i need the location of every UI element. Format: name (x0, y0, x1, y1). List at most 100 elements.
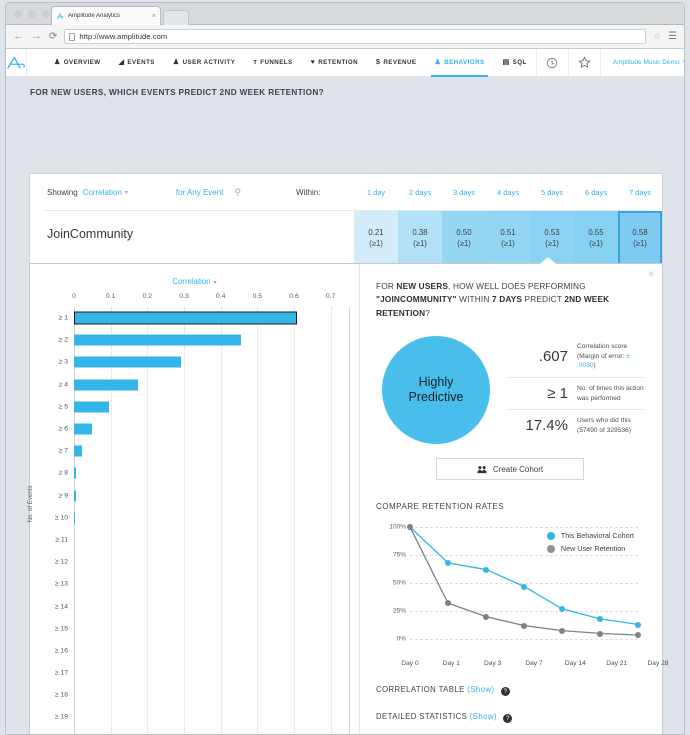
retention-data-point[interactable] (597, 616, 603, 622)
bar-chart-row[interactable]: ≥ 20 (74, 729, 349, 735)
bar-chart-bar[interactable] (74, 335, 241, 346)
correlation-cell[interactable]: 0.51 (≥1) (486, 211, 530, 265)
stat-correlation-score: .607 Correlation score (Margin of error:… (506, 336, 644, 377)
bar-chart-row[interactable]: ≥ 3 (74, 351, 349, 373)
cell-value: 0.58 (632, 228, 647, 237)
retention-data-point[interactable] (521, 584, 527, 590)
correlation-cell[interactable]: 0.50 (≥1) (442, 211, 486, 265)
correlation-cell-selected[interactable]: 0.58 (≥1) (618, 211, 662, 265)
forward-icon[interactable]: → (31, 31, 42, 42)
reload-icon[interactable]: ⟳ (49, 32, 57, 42)
day-header[interactable]: 5 days (530, 174, 574, 210)
stat-desc-pre: (Margin of error: (577, 353, 626, 360)
account-dropdown[interactable]: Amplitude Music Demo ˅ (600, 49, 685, 76)
bar-chart-bar[interactable] (74, 312, 297, 325)
window-maximize-dot[interactable] (42, 10, 50, 18)
bar-chart-row[interactable]: ≥ 6 (74, 418, 349, 440)
help-icon[interactable]: ? (503, 714, 512, 723)
new-tab-button[interactable] (163, 10, 189, 25)
create-cohort-button[interactable]: Create Cohort (436, 458, 584, 480)
correlation-cell[interactable]: 0.55 (≥1) (574, 211, 618, 265)
bar-chart-category-label: ≥ 4 (34, 381, 68, 388)
nav-item-funnels[interactable]: ᴛ FUNNELS (244, 49, 301, 76)
correlation-table-show-link[interactable]: (Show) (467, 685, 494, 694)
stat-desc-line2: (57490 of 329536) (577, 426, 631, 436)
bar-chart-row[interactable]: ≥ 2 (74, 329, 349, 351)
nav-item-retention[interactable]: ♥ RETENTION (302, 49, 367, 76)
correlation-cell[interactable]: 0.38 (≥1) (398, 211, 442, 265)
bar-chart-row[interactable]: ≥ 17 (74, 662, 349, 684)
chevron-down-icon[interactable]: ▾ (214, 280, 217, 286)
bar-chart-bar[interactable] (74, 401, 109, 412)
bar-chart-row[interactable]: ≥ 5 (74, 396, 349, 418)
bar-chart-row[interactable]: ≥ 16 (74, 640, 349, 662)
retention-data-point[interactable] (445, 600, 451, 606)
retention-data-point[interactable] (407, 524, 413, 530)
bar-chart-title[interactable]: Correlation▾ (30, 264, 359, 286)
window-minimize-dot[interactable] (28, 10, 36, 18)
bar-chart-row[interactable]: ≥ 7 (74, 440, 349, 462)
recent-clock-button[interactable] (536, 49, 568, 76)
day-header[interactable]: 4 days (486, 174, 530, 210)
tab-close-icon[interactable]: × (149, 13, 156, 20)
retention-data-point[interactable] (445, 560, 451, 566)
nav-item-sql[interactable]: ▤ SQL (494, 49, 536, 76)
create-cohort-label: Create Cohort (493, 465, 543, 474)
retention-data-point[interactable] (559, 606, 565, 612)
app-logo[interactable] (6, 49, 27, 76)
window-close-dot[interactable] (14, 10, 22, 18)
day-header[interactable]: 1 day (354, 174, 398, 210)
bar-chart-bar[interactable] (74, 424, 92, 435)
search-icon[interactable]: ⚲ (234, 187, 241, 198)
bar-chart-row[interactable]: ≥ 18 (74, 684, 349, 706)
day-header[interactable]: 2 days (398, 174, 442, 210)
bar-chart-bar[interactable] (74, 379, 138, 390)
bar-chart-bar[interactable] (74, 512, 75, 523)
retention-data-point[interactable] (635, 632, 641, 638)
nav-item-events[interactable]: ◢ EVENTS (110, 49, 164, 76)
bar-chart-row[interactable]: ≥ 12 (74, 551, 349, 573)
detailed-statistics-show-link[interactable]: (Show) (470, 712, 497, 721)
retention-data-point[interactable] (483, 567, 489, 573)
metric-dropdown[interactable]: Correlation (83, 188, 122, 197)
chevron-down-icon[interactable]: ▾ (125, 189, 128, 196)
bar-chart-row[interactable]: ≥ 13 (74, 573, 349, 595)
bar-chart-row[interactable]: ≥ 9 (74, 485, 349, 507)
day-header[interactable]: 3 days (442, 174, 486, 210)
bar-chart-bar[interactable] (74, 446, 82, 457)
browser-tabstrip: Amplitude Analytics × (6, 3, 684, 25)
day-header[interactable]: 6 days (574, 174, 618, 210)
window-controls[interactable] (14, 10, 50, 18)
url-input[interactable]: http://www.amplitude.com (64, 29, 646, 44)
bar-chart-bar[interactable] (74, 468, 76, 479)
bar-chart-row[interactable]: ≥ 19 (74, 706, 349, 728)
day-header[interactable]: 7 days (618, 174, 662, 210)
retention-data-point[interactable] (483, 614, 489, 620)
nav-item-behaviors[interactable]: ♟ BEHAVIORS (425, 49, 493, 76)
bar-chart-bar[interactable] (74, 490, 76, 501)
retention-data-point[interactable] (559, 628, 565, 634)
nav-item-overview[interactable]: ♟ OVERVIEW (45, 49, 110, 76)
bookmark-star-icon[interactable]: ☆ (653, 31, 661, 42)
bar-chart-row[interactable]: ≥ 8 (74, 462, 349, 484)
nav-item-revenue[interactable]: $ REVENUE (367, 49, 425, 76)
retention-data-point[interactable] (597, 631, 603, 637)
retention-data-point[interactable] (635, 622, 641, 628)
back-icon[interactable]: ← (13, 31, 24, 42)
bar-chart-row[interactable]: ≥ 11 (74, 529, 349, 551)
bar-chart-row[interactable]: ≥ 14 (74, 595, 349, 617)
browser-tab[interactable]: Amplitude Analytics × (51, 6, 161, 25)
browser-menu-icon[interactable]: ☰ (668, 31, 677, 42)
bar-chart-row[interactable]: ≥ 10 (74, 507, 349, 529)
bar-chart-row[interactable]: ≥ 4 (74, 374, 349, 396)
bar-chart-row[interactable]: ≥ 1 (74, 307, 349, 329)
correlation-cell[interactable]: 0.21 (≥1) (354, 211, 398, 265)
bar-chart-row[interactable]: ≥ 15 (74, 618, 349, 640)
any-event-filter[interactable]: for Any Event (176, 188, 224, 197)
bar-chart-bar[interactable] (74, 357, 181, 368)
detail-pointer (540, 257, 556, 264)
nav-item-user-activity[interactable]: ♟ USER ACTIVITY (164, 49, 244, 76)
retention-data-point[interactable] (521, 623, 527, 629)
favorites-button[interactable] (568, 49, 600, 76)
help-icon[interactable]: ? (501, 687, 510, 696)
